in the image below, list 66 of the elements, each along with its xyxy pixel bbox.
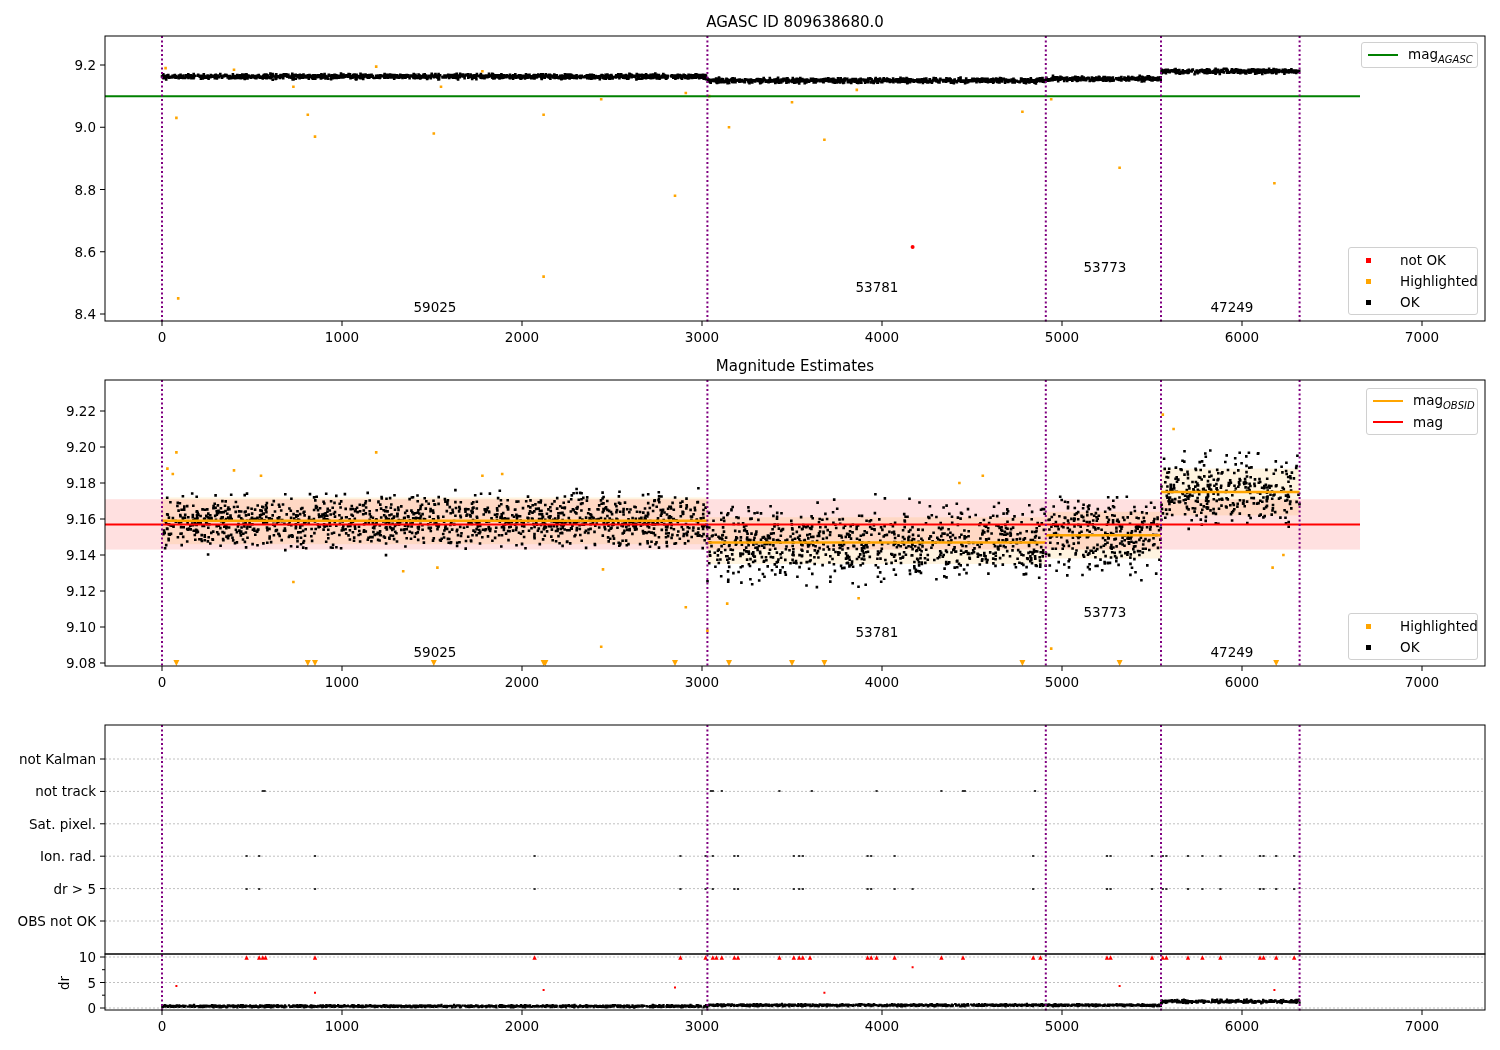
y-tick-label: 5 xyxy=(87,974,96,991)
x-tick-label: 0 xyxy=(157,329,167,345)
x-tick-label: 4000 xyxy=(864,1018,900,1034)
y-tick-label: dr > 5 xyxy=(53,880,96,897)
legend-label: OK xyxy=(1400,294,1420,310)
y-tick-label: not Kalman xyxy=(18,751,96,767)
obsid-label: 53781 xyxy=(855,624,899,640)
y-tick-label: 9.22 xyxy=(65,403,96,419)
x-tick-label: 5000 xyxy=(1044,674,1080,690)
y-tick-label: 9.14 xyxy=(65,547,96,563)
y-tick-label: not track xyxy=(35,783,96,800)
obsid-label: 47249 xyxy=(1210,644,1254,660)
x-tick-label: 3000 xyxy=(684,674,720,690)
x-tick-label: 6000 xyxy=(1224,674,1260,690)
x-tick-label: 1000 xyxy=(324,1018,360,1034)
plot-title: Magnitude Estimates xyxy=(715,357,875,375)
x-tick-label: 7000 xyxy=(1404,1018,1440,1034)
x-tick-label: 3000 xyxy=(684,1018,720,1034)
x-tick-label: 0 xyxy=(157,1018,167,1034)
y-axis-label: dr xyxy=(56,975,72,991)
y-tick-label: 9.16 xyxy=(65,511,96,527)
y-tick-label: 9.20 xyxy=(65,439,96,455)
obsid-label: 59025 xyxy=(413,299,457,315)
y-tick-label: Sat. pixel. xyxy=(29,815,96,832)
legend-label: not OK xyxy=(1400,252,1446,268)
x-tick-label: 0 xyxy=(157,674,167,690)
y-tick-label: 9.08 xyxy=(65,655,96,671)
obsid-label: 53773 xyxy=(1083,604,1127,620)
y-tick-label: 10 xyxy=(78,949,96,965)
x-tick-label: 5000 xyxy=(1044,329,1080,345)
y-tick-label: 9.0 xyxy=(74,119,96,136)
x-tick-label: 1000 xyxy=(324,329,360,345)
x-tick-label: 2000 xyxy=(504,674,540,690)
plot-title: AGASC ID 809638680.0 xyxy=(706,13,884,31)
x-tick-label: 7000 xyxy=(1404,329,1440,345)
obsid-label: 47249 xyxy=(1210,299,1254,315)
legend-label: mag$_{AGASC}$ xyxy=(1408,45,1473,65)
x-tick-label: 4000 xyxy=(864,329,900,345)
x-tick-label: 1000 xyxy=(324,674,360,690)
obsid-label: 59025 xyxy=(413,644,457,660)
y-tick-label: Ion. rad. xyxy=(39,848,96,865)
obsid-label: 53781 xyxy=(855,279,899,295)
y-tick-label: 9.12 xyxy=(65,583,96,599)
y-tick-label: 9.10 xyxy=(65,619,96,635)
legend-label: mag$_{OBSID}$ xyxy=(1413,391,1475,411)
x-tick-label: 2000 xyxy=(504,329,540,345)
y-tick-label: OBS not OK xyxy=(17,913,96,929)
y-tick-label: 8.6 xyxy=(74,243,96,260)
y-tick-label: 9.18 xyxy=(65,475,96,491)
legend-label: Highlighted xyxy=(1400,618,1478,634)
y-tick-label: 0 xyxy=(87,1000,96,1016)
y-tick-label: 8.8 xyxy=(74,181,96,198)
x-tick-label: 7000 xyxy=(1404,674,1440,690)
obsid-label: 53773 xyxy=(1083,259,1127,275)
x-tick-label: 4000 xyxy=(864,674,900,690)
legend-label: Highlighted xyxy=(1400,273,1478,289)
x-tick-label: 6000 xyxy=(1224,329,1260,345)
y-tick-label: 8.4 xyxy=(74,306,96,322)
x-tick-label: 5000 xyxy=(1044,1018,1080,1034)
legend-label: OK xyxy=(1400,639,1420,655)
x-tick-label: 6000 xyxy=(1224,1018,1260,1034)
x-tick-label: 3000 xyxy=(684,329,720,345)
x-tick-label: 2000 xyxy=(504,1018,540,1034)
not-ok-point xyxy=(910,245,915,250)
legend-label: mag xyxy=(1413,414,1443,430)
y-tick-label: 9.2 xyxy=(74,57,96,73)
